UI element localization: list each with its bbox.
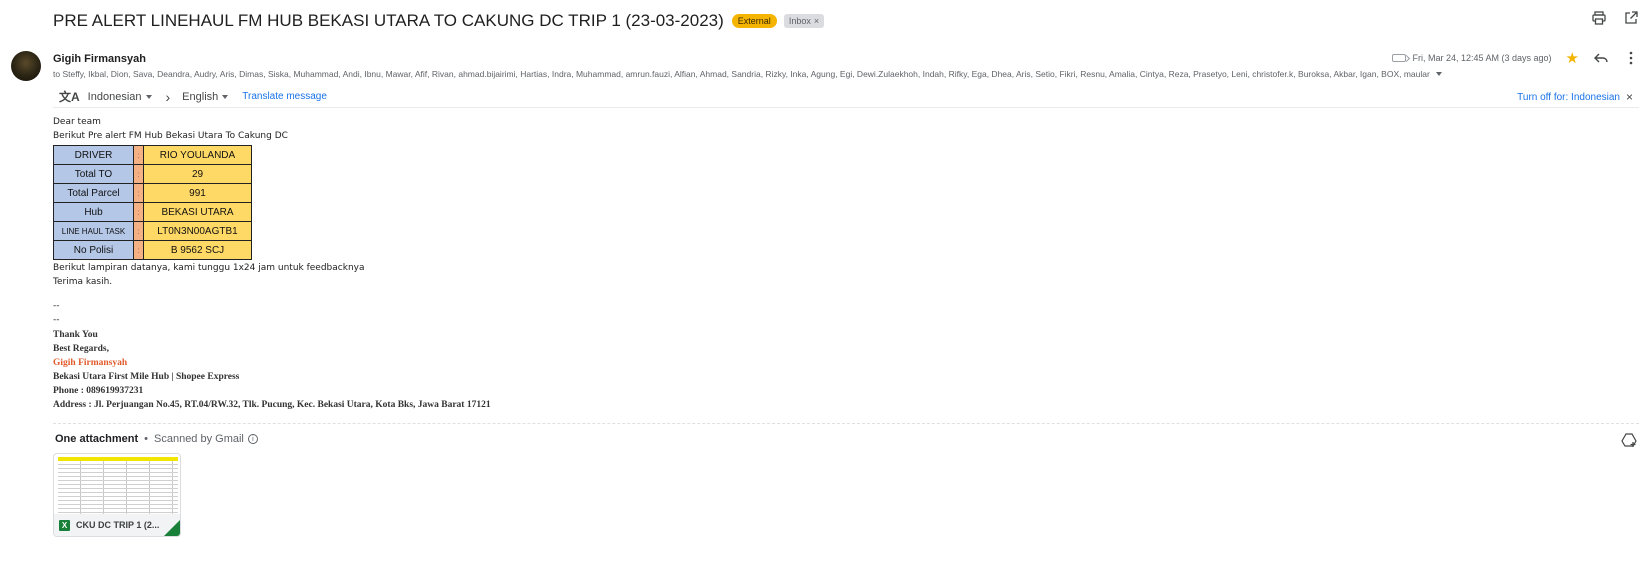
message-meta: Fri, Mar 24, 12:45 AM (3 days ago) ★ bbox=[1392, 50, 1639, 66]
signature-thank-you: Thank You bbox=[53, 330, 98, 340]
attachments-header: One attachment • Scanned by Gmail i bbox=[55, 433, 258, 445]
table-key: DRIVER bbox=[53, 145, 134, 165]
table-row: Hub : BEKASI UTARA bbox=[53, 202, 252, 222]
open-in-new-window-icon[interactable] bbox=[1623, 10, 1639, 26]
signature-separator: -- bbox=[53, 315, 60, 325]
signature-separator: -- bbox=[53, 301, 60, 311]
table-value: 29 bbox=[143, 164, 252, 184]
close-icon[interactable]: × bbox=[1626, 90, 1633, 104]
attachment-card[interactable]: X CKU DC TRIP 1 (2... bbox=[53, 453, 181, 537]
sender-avatar[interactable] bbox=[11, 51, 41, 81]
attachment-footer: X CKU DC TRIP 1 (2... bbox=[54, 514, 180, 536]
recipients-line: to Steffy, Ikbal, Dion, Sava, Deandra, A… bbox=[53, 69, 1442, 79]
table-value: LT0N3N00AGTB1 bbox=[143, 221, 252, 241]
subject-row: PRE ALERT LINEHAUL FM HUB BEKASI UTARA T… bbox=[53, 9, 825, 33]
chevron-down-icon bbox=[145, 94, 152, 99]
table-row: Total Parcel : 991 bbox=[53, 183, 252, 203]
table-colon: : bbox=[133, 145, 144, 165]
arrow-right-icon: › bbox=[165, 88, 171, 105]
date-text: Fri, Mar 24, 12:45 AM (3 days ago) bbox=[1412, 53, 1552, 63]
table-value: RIO YOULANDA bbox=[143, 145, 252, 165]
attachments-divider bbox=[53, 423, 1639, 424]
top-actions bbox=[1591, 10, 1645, 26]
table-key: Total TO bbox=[53, 164, 134, 184]
scanned-by-gmail: Scanned by Gmail i bbox=[154, 433, 258, 445]
table-row: LINE HAUL TASK : LT0N3N00AGTB1 bbox=[53, 221, 252, 241]
label-icon bbox=[1392, 54, 1407, 62]
signature-hub: Bekasi Utara First Mile Hub | Shopee Exp… bbox=[53, 372, 240, 382]
table-row: DRIVER : RIO YOULANDA bbox=[53, 145, 252, 165]
translate-bar: 文A Indonesian › English Translate messag… bbox=[53, 86, 1639, 108]
add-to-drive-icon[interactable] bbox=[1621, 432, 1637, 448]
thanks-text: Terima kasih. bbox=[53, 277, 113, 287]
separator-dot: • bbox=[144, 433, 148, 445]
turn-off-translation[interactable]: Turn off for: Indonesian × bbox=[1517, 90, 1633, 104]
table-row: No Polisi : B 9562 SCJ bbox=[53, 240, 252, 260]
signature-phone: Phone : 089619937231 bbox=[53, 386, 144, 396]
table-colon: : bbox=[133, 164, 144, 184]
translate-icon: 文A bbox=[59, 90, 80, 104]
star-icon[interactable]: ★ bbox=[1566, 51, 1579, 66]
info-icon[interactable]: i bbox=[247, 434, 258, 444]
recipients-text: to Steffy, Ikbal, Dion, Sava, Deandra, A… bbox=[53, 69, 1430, 79]
table-key: Total Parcel bbox=[53, 183, 134, 203]
table-key: LINE HAUL TASK bbox=[53, 221, 134, 241]
table-key: No Polisi bbox=[53, 240, 134, 260]
table-value: B 9562 SCJ bbox=[143, 240, 252, 260]
table-colon: : bbox=[133, 183, 144, 203]
table-colon: : bbox=[133, 221, 144, 241]
table-value: BEKASI UTARA bbox=[143, 202, 252, 222]
inbox-label-text: Inbox bbox=[788, 16, 811, 26]
excel-file-icon: X bbox=[59, 519, 70, 531]
target-language-select[interactable]: English bbox=[182, 90, 229, 103]
sender-name[interactable]: Gigih Firmansyah bbox=[53, 53, 146, 65]
table-colon: : bbox=[133, 240, 144, 260]
source-language: Indonesian bbox=[87, 90, 142, 103]
reply-icon[interactable] bbox=[1593, 50, 1609, 66]
show-details-icon[interactable] bbox=[1435, 72, 1442, 76]
intro-text: Berikut Pre alert FM Hub Bekasi Utara To… bbox=[53, 131, 288, 141]
table-value: 991 bbox=[143, 183, 252, 203]
table-colon: : bbox=[133, 202, 144, 222]
signature-name: Gigih Firmansyah bbox=[53, 358, 128, 368]
target-language: English bbox=[182, 90, 219, 103]
scanned-text: Scanned by Gmail bbox=[154, 433, 244, 445]
print-icon[interactable] bbox=[1591, 10, 1607, 26]
source-language-select[interactable]: Indonesian bbox=[88, 91, 152, 103]
signature-address: Address : Jl. Perjuangan No.45, RT.04/RW… bbox=[53, 400, 491, 410]
translate-message-link[interactable]: Translate message bbox=[242, 91, 327, 102]
attachment-note: Berikut lampiran datanya, kami tunggu 1x… bbox=[53, 263, 365, 273]
sheets-corner-icon bbox=[164, 520, 180, 536]
email-subject: PRE ALERT LINEHAUL FM HUB BEKASI UTARA T… bbox=[53, 11, 724, 30]
inbox-label[interactable]: Inbox × bbox=[783, 14, 825, 28]
greeting: Dear team bbox=[53, 117, 101, 127]
remove-label-icon[interactable]: × bbox=[814, 16, 819, 26]
signature-regards: Best Regards, bbox=[53, 344, 109, 354]
message-date: Fri, Mar 24, 12:45 AM (3 days ago) bbox=[1392, 53, 1552, 63]
more-options-icon[interactable] bbox=[1623, 50, 1639, 66]
spreadsheet-preview bbox=[58, 457, 178, 515]
attachment-file-name: CKU DC TRIP 1 (2... bbox=[76, 520, 160, 530]
pre-alert-table: DRIVER : RIO YOULANDA Total TO : 29 Tota… bbox=[53, 145, 252, 260]
turn-off-text[interactable]: Turn off for: Indonesian bbox=[1517, 92, 1620, 103]
external-badge: External bbox=[731, 14, 777, 28]
table-key: Hub bbox=[53, 202, 134, 222]
table-row: Total TO : 29 bbox=[53, 164, 252, 184]
chevron-down-icon bbox=[222, 94, 229, 99]
attachments-count: One attachment bbox=[55, 433, 139, 445]
